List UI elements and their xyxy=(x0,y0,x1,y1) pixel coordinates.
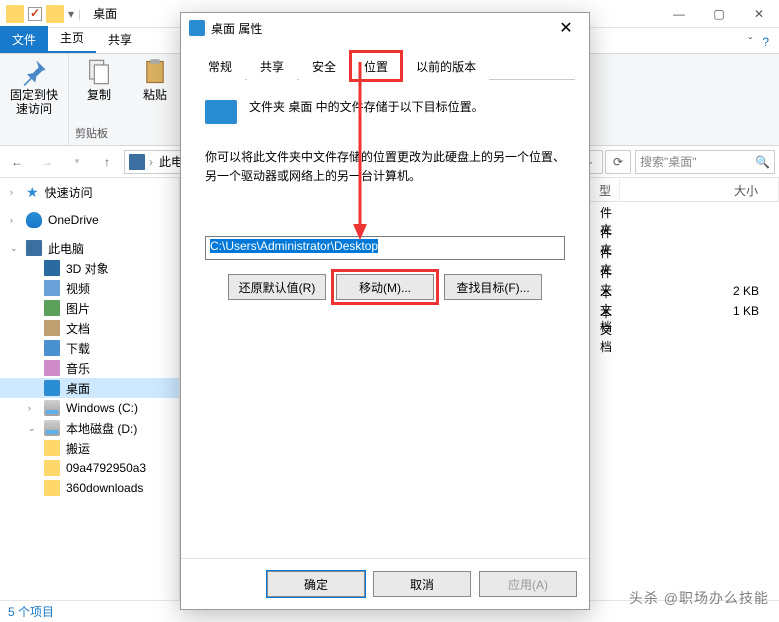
drive-icon xyxy=(44,400,60,416)
folder-icon xyxy=(46,5,64,23)
pc-icon xyxy=(129,154,145,170)
tab-general[interactable]: 常规 xyxy=(195,52,245,80)
tab-previous[interactable]: 以前的版本 xyxy=(403,52,489,80)
desktop-large-icon xyxy=(205,100,237,124)
nav-3d[interactable]: 3D 对象 xyxy=(0,258,179,278)
status-count: 5 个项目 xyxy=(8,603,54,620)
nav-onedrive[interactable]: ›OneDrive xyxy=(0,210,179,230)
search-input[interactable]: 搜索"桌面" 🔍 xyxy=(635,150,775,174)
search-icon: 🔍 xyxy=(755,155,770,169)
up-button[interactable]: ↑ xyxy=(94,149,120,175)
nav-this-pc[interactable]: ⌄此电脑 xyxy=(0,238,179,258)
nav-folder[interactable]: 搬运 xyxy=(0,438,179,458)
star-icon: ★ xyxy=(26,185,39,199)
dialog-title: 桌面 属性 xyxy=(205,20,551,37)
tab-file[interactable]: 文件 xyxy=(0,26,48,53)
nav-drive-c[interactable]: ›Windows (C:) xyxy=(0,398,179,418)
refresh-button[interactable]: ⟳ xyxy=(605,150,631,174)
ribbon-caret-icon[interactable]: ˇ xyxy=(748,35,752,49)
clipboard-caption: 剪贴板 xyxy=(75,125,108,141)
onedrive-icon xyxy=(26,212,42,228)
paste-button[interactable]: 粘贴 xyxy=(131,58,179,102)
pc-icon xyxy=(26,240,42,256)
nav-folder[interactable]: 360downloads xyxy=(0,478,179,498)
restore-default-button[interactable]: 还原默认值(R) xyxy=(228,274,326,300)
nav-drive-d[interactable]: ⌄本地磁盘 (D:) xyxy=(0,418,179,438)
copy-icon xyxy=(85,58,113,86)
tab-share[interactable]: 共享 xyxy=(96,26,144,53)
nav-folder[interactable]: 09a4792950a3 xyxy=(0,458,179,478)
qat-check-icon[interactable] xyxy=(28,7,42,21)
desktop-icon xyxy=(189,20,205,36)
tab-location[interactable]: 位置 xyxy=(351,52,401,80)
move-button[interactable]: 移动(M)... xyxy=(336,274,434,300)
pin-button[interactable]: 固定到快 速访问 xyxy=(10,58,58,117)
nav-video[interactable]: 视频 xyxy=(0,278,179,298)
folder-icon xyxy=(6,5,24,23)
find-target-button[interactable]: 查找目标(F)... xyxy=(444,274,542,300)
chevron-icon: › xyxy=(149,155,153,169)
folder-icon xyxy=(44,480,60,496)
dialog-titlebar[interactable]: 桌面 属性 ✕ xyxy=(181,13,589,43)
col-size[interactable]: 大小 xyxy=(620,178,779,201)
drive-icon xyxy=(44,420,60,436)
recent-button[interactable]: ▾ xyxy=(64,149,90,175)
tab-security[interactable]: 安全 xyxy=(299,52,349,80)
location-path-input[interactable]: C:\Users\Administrator\Desktop xyxy=(205,236,565,260)
properties-dialog: 桌面 属性 ✕ 常规 共享 安全 位置 以前的版本 文件夹 桌面 中的文件存储于… xyxy=(180,12,590,610)
copy-button[interactable]: 复制 xyxy=(75,58,123,102)
threed-icon xyxy=(44,260,60,276)
dialog-close-button[interactable]: ✕ xyxy=(551,13,581,43)
help-icon[interactable]: ? xyxy=(762,35,769,49)
tab-home[interactable]: 主页 xyxy=(48,24,96,53)
music-icon xyxy=(44,360,60,376)
pictures-icon xyxy=(44,300,60,316)
nav-quick-access[interactable]: ›★快速访问 xyxy=(0,182,179,202)
nav-downloads[interactable]: 下载 xyxy=(0,338,179,358)
dialog-footer: 确定 取消 应用(A) xyxy=(181,558,589,609)
nav-pictures[interactable]: 图片 xyxy=(0,298,179,318)
ok-button[interactable]: 确定 xyxy=(267,571,365,597)
location-description-1: 文件夹 桌面 中的文件存储于以下目标位置。 xyxy=(249,98,484,117)
nav-music[interactable]: 音乐 xyxy=(0,358,179,378)
group-pin: 固定到快 速访问 xyxy=(0,54,69,145)
nav-documents[interactable]: 文档 xyxy=(0,318,179,338)
folder-icon xyxy=(44,460,60,476)
pin-icon xyxy=(20,58,48,86)
apply-button[interactable]: 应用(A) xyxy=(479,571,577,597)
qat-dropdown-icon[interactable]: ▾ xyxy=(68,7,74,21)
video-icon xyxy=(44,280,60,296)
documents-icon xyxy=(44,320,60,336)
downloads-icon xyxy=(44,340,60,356)
maximize-button[interactable]: ▢ xyxy=(699,0,739,28)
folder-icon xyxy=(44,440,60,456)
forward-button[interactable]: → xyxy=(34,149,60,175)
back-button[interactable]: ← xyxy=(4,149,30,175)
paste-icon xyxy=(141,58,169,86)
dialog-tabs: 常规 共享 安全 位置 以前的版本 xyxy=(195,51,575,80)
close-button[interactable]: ✕ xyxy=(739,0,779,28)
nav-desktop[interactable]: 桌面 xyxy=(0,378,179,398)
desktop-icon xyxy=(44,380,60,396)
minimize-button[interactable]: — xyxy=(659,0,699,28)
location-description-2: 你可以将此文件夹中文件存储的位置更改为此硬盘上的另一个位置、另一个驱动器或网络上… xyxy=(205,148,565,186)
tab-share[interactable]: 共享 xyxy=(247,52,297,80)
cancel-button[interactable]: 取消 xyxy=(373,571,471,597)
watermark: 头杀 @职场办么技能 xyxy=(629,588,769,608)
nav-pane[interactable]: ›★快速访问 ›OneDrive ⌄此电脑 3D 对象 视频 图片 文档 下载 … xyxy=(0,178,180,600)
